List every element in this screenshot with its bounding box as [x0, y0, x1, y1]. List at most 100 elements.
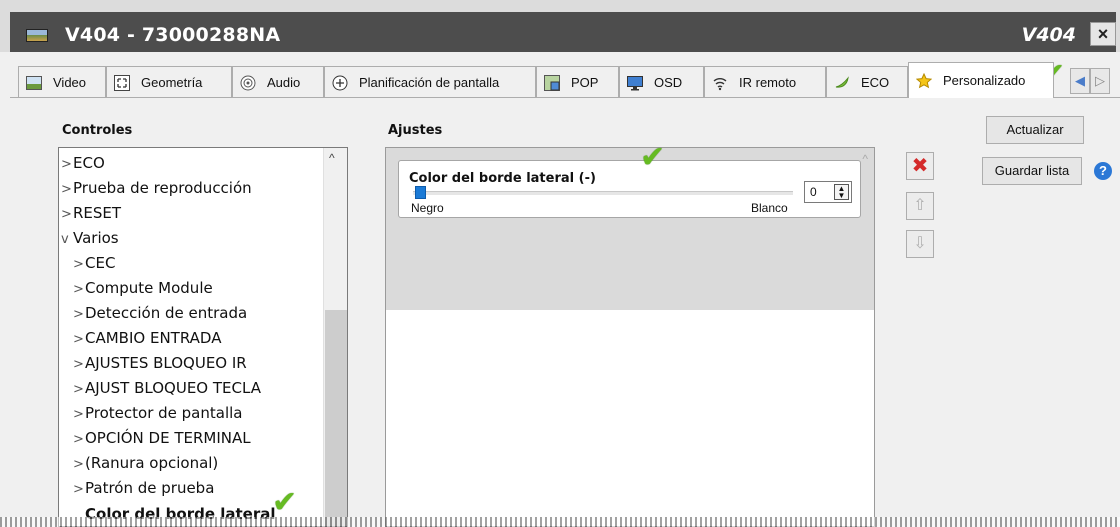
- tree-item-cambio-entrada[interactable]: >CAMBIO ENTRADA: [73, 326, 221, 350]
- tab-eco[interactable]: ECO: [826, 66, 908, 98]
- main-window: V404 - 73000288NA V404 × Video Geometría…: [0, 0, 1120, 527]
- chevron-right-icon: >: [73, 257, 84, 272]
- tree-item-label: AJUST BLOQUEO TECLA: [85, 379, 261, 397]
- arrow-down-icon: ⇩: [913, 235, 927, 252]
- settings-label: Ajustes: [388, 123, 443, 138]
- tab-label: OSD: [654, 75, 683, 90]
- value-slider[interactable]: [413, 191, 793, 195]
- tree-item-patron-prueba[interactable]: >Patrón de prueba: [73, 476, 214, 500]
- monitor-icon: [626, 75, 644, 91]
- chevron-right-icon: >: [61, 182, 72, 197]
- tree-item-cec[interactable]: >CEC: [73, 251, 115, 275]
- chevron-down-icon: v: [61, 232, 69, 247]
- slider-max-label: Blanco: [751, 201, 788, 215]
- tree-item-label: Prueba de reproducción: [73, 179, 252, 197]
- delete-button[interactable]: ✖: [906, 152, 934, 180]
- checkmark-icon: ✔: [640, 141, 666, 174]
- chevron-right-icon: >: [73, 432, 84, 447]
- close-button[interactable]: ×: [1090, 22, 1116, 46]
- controls-tree[interactable]: >ECO >Prueba de reproducción >RESET v Var…: [58, 147, 348, 527]
- checkmark-icon: ✔: [272, 486, 298, 519]
- tree-item-deteccion-entrada[interactable]: >Detección de entrada: [73, 301, 247, 325]
- tree-item-compute-module[interactable]: >Compute Module: [73, 276, 213, 300]
- tree-item-label: OPCIÓN DE TERMINAL: [85, 429, 251, 447]
- spin-arrows-icon[interactable]: ▲ ▼: [834, 184, 849, 200]
- window-model-label: V404: [1021, 24, 1076, 46]
- move-up-button[interactable]: ⇧: [906, 192, 934, 220]
- tree-item-label: RESET: [73, 204, 122, 222]
- tab-ir-remoto[interactable]: IR remoto: [704, 66, 826, 98]
- tab-label: ECO: [861, 75, 890, 90]
- pop-icon: [543, 74, 561, 91]
- chevron-right-icon: >: [73, 307, 84, 322]
- tree-scrollbar[interactable]: ^: [323, 148, 347, 526]
- tab-planificacion[interactable]: Planificación de pantalla: [324, 66, 536, 98]
- slider-thumb[interactable]: [415, 186, 426, 199]
- chevron-right-icon: >: [73, 332, 84, 347]
- tree-item-label: (Ranura opcional): [85, 454, 219, 472]
- controls-label: Controles: [62, 123, 133, 138]
- help-icon[interactable]: ?: [1094, 162, 1112, 180]
- tree-item-ajustes-bloqueo-ir[interactable]: >AJUSTES BLOQUEO IR: [73, 351, 247, 375]
- chevron-right-icon: >: [61, 207, 72, 222]
- tab-osd[interactable]: OSD: [619, 66, 704, 98]
- tab-audio[interactable]: Audio: [232, 66, 324, 98]
- arrow-up-icon: ⇧: [913, 197, 927, 214]
- tree-item-label: CAMBIO ENTRADA: [85, 329, 222, 347]
- tab-label: IR remoto: [739, 75, 797, 90]
- tree-item-varios[interactable]: v Varios: [61, 226, 119, 250]
- tree-item-prueba-reproduccion[interactable]: >Prueba de reproducción: [61, 176, 252, 200]
- tree-item-eco[interactable]: >ECO: [61, 151, 105, 175]
- tree-item-label: Compute Module: [85, 279, 213, 297]
- chevron-up-icon[interactable]: ^: [862, 152, 868, 166]
- speaker-icon: [239, 75, 257, 91]
- tree-item-reset[interactable]: >RESET: [61, 201, 121, 225]
- move-down-button[interactable]: ⇩: [906, 230, 934, 258]
- chevron-right-icon: >: [73, 382, 84, 397]
- tab-label: Audio: [267, 75, 301, 90]
- tab-geometria[interactable]: Geometría: [106, 66, 232, 98]
- chevron-right-icon: >: [73, 357, 84, 372]
- tab-pop[interactable]: POP: [536, 66, 619, 98]
- tree-item-label: Detección de entrada: [85, 304, 248, 322]
- tab-video[interactable]: Video: [18, 66, 106, 98]
- tab-scroll-left-button[interactable]: ◀: [1070, 68, 1090, 94]
- tree-item-protector-pantalla[interactable]: >Protector de pantalla: [73, 401, 243, 425]
- chevron-up-icon[interactable]: ^: [329, 151, 335, 165]
- tree-item-label: Protector de pantalla: [85, 404, 243, 422]
- chevron-right-icon: >: [73, 482, 84, 497]
- tree-item-label: Varios: [73, 229, 119, 247]
- tree-item-ranura-opcional[interactable]: >(Ranura opcional): [73, 451, 218, 475]
- video-image-icon: [25, 75, 43, 91]
- save-list-button[interactable]: Guardar lista: [982, 157, 1082, 185]
- chevron-right-icon: >: [73, 282, 84, 297]
- settings-panel: Color del borde lateral (-) Negro Blanco…: [385, 147, 875, 527]
- tree-scroll-thumb[interactable]: [325, 310, 347, 526]
- tab-label: Personalizado: [943, 73, 1026, 88]
- leaf-icon: [833, 75, 851, 91]
- tree-item-ajust-bloqueo-tecla[interactable]: >AJUST BLOQUEO TECLA: [73, 376, 261, 400]
- tab-label: Planificación de pantalla: [359, 75, 500, 90]
- red-x-icon: ✖: [911, 155, 929, 177]
- bottom-edge-decoration: [0, 517, 1120, 527]
- chevron-right-icon: >: [73, 457, 84, 472]
- app-image-icon: [26, 29, 48, 42]
- tree-item-label: AJUSTES BLOQUEO IR: [85, 354, 247, 372]
- tab-personalizado[interactable]: Personalizado: [908, 62, 1054, 98]
- tab-scroll-right-button[interactable]: ▷: [1090, 68, 1110, 94]
- window-title: V404 - 73000288NA: [65, 24, 281, 46]
- value-spinbox[interactable]: 0 ▲ ▼: [804, 181, 852, 203]
- wireless-icon: [711, 75, 729, 91]
- setting-title: Color del borde lateral (-): [409, 171, 596, 186]
- geometry-icon: [113, 74, 131, 91]
- clock-plus-icon: [331, 75, 349, 91]
- star-icon: [915, 72, 933, 89]
- update-button[interactable]: Actualizar: [986, 116, 1084, 144]
- tab-label: Video: [53, 75, 87, 90]
- setting-item[interactable]: Color del borde lateral (-) Negro Blanco…: [398, 160, 861, 218]
- chevron-right-icon: >: [61, 157, 72, 172]
- tab-label: POP: [571, 75, 599, 90]
- tree-item-opcion-terminal[interactable]: >OPCIÓN DE TERMINAL: [73, 426, 251, 450]
- spinbox-value: 0: [810, 185, 817, 199]
- chevron-left-icon: ◀: [1075, 73, 1085, 88]
